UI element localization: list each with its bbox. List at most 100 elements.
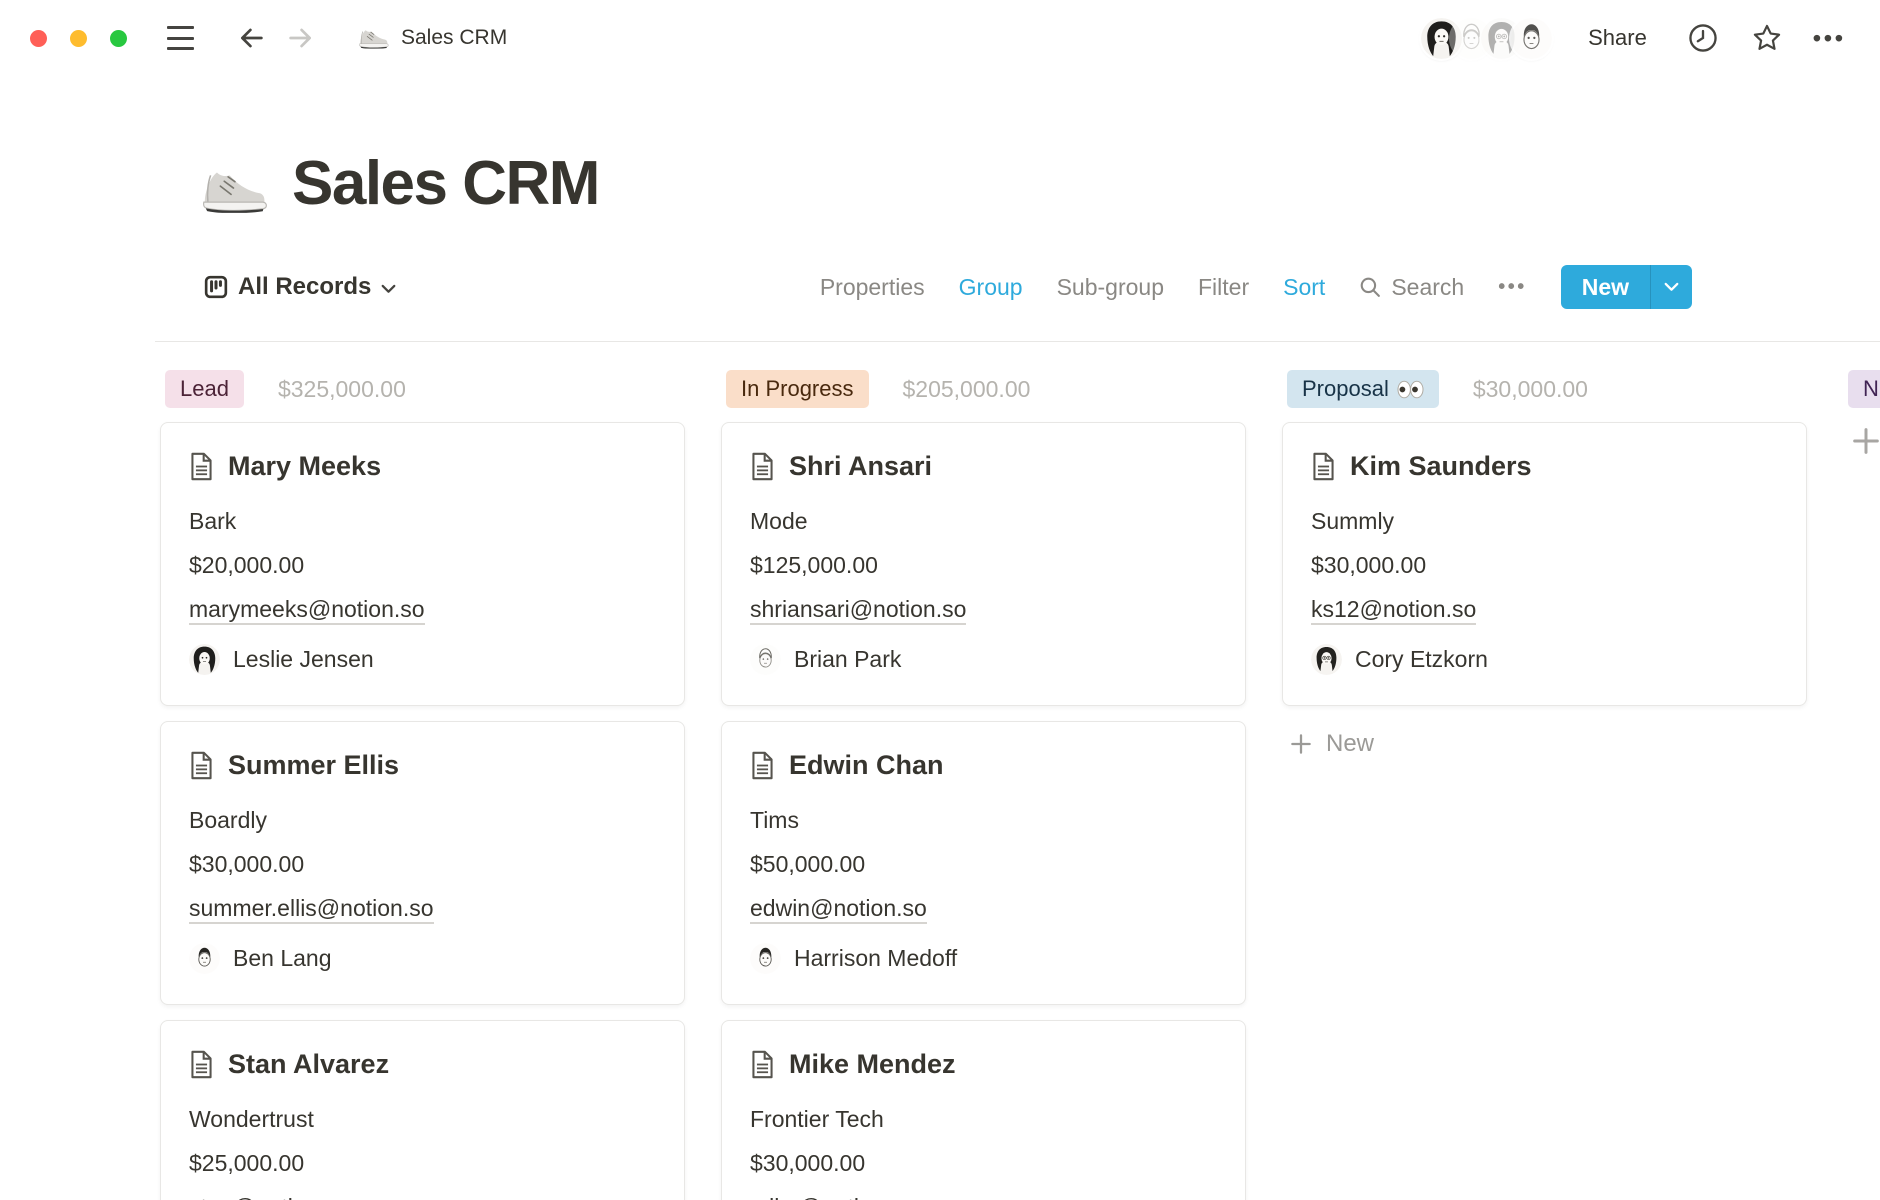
card-shri-ansari[interactable]: Shri Ansari Mode $125,000.00 shriansari@… — [721, 422, 1246, 706]
view-options-menu: Properties Group Sub-group Filter Sort S… — [820, 265, 1692, 309]
amount-value: $30,000.00 — [1311, 550, 1778, 580]
owner-row: Brian Park — [750, 644, 1217, 675]
document-icon — [750, 1050, 775, 1079]
amount-value: $125,000.00 — [750, 550, 1217, 580]
group-header: In Progress $205,000.00 — [726, 368, 1246, 410]
status-badge[interactable]: In Progress — [726, 370, 869, 408]
new-record-dropdown-button[interactable] — [1650, 265, 1692, 309]
card-summer-ellis[interactable]: Summer Ellis Boardly $30,000.00 summer.e… — [160, 721, 685, 1005]
collaborator-avatars[interactable] — [1421, 18, 1552, 59]
search-icon — [1359, 276, 1382, 299]
owner-name: Ben Lang — [233, 945, 331, 972]
company-value: Summly — [1311, 506, 1778, 536]
document-icon — [750, 452, 775, 481]
owner-row: Harrison Medoff — [750, 943, 1217, 974]
card-edwin-chan[interactable]: Edwin Chan Tims $50,000.00 edwin@notion.… — [721, 721, 1246, 1005]
card-title: Edwin Chan — [789, 750, 944, 781]
woman-glasses-avatar — [1311, 644, 1342, 675]
more-options-icon[interactable]: ••• — [1813, 25, 1846, 52]
chevron-down-icon — [1664, 282, 1679, 292]
card-title: Stan Alvarez — [228, 1049, 389, 1080]
status-label: Proposal — [1302, 378, 1389, 400]
owner-name: Leslie Jensen — [233, 646, 374, 673]
view-more-options-icon[interactable]: ••• — [1498, 276, 1527, 299]
card-title-row: Mary Meeks — [189, 451, 656, 482]
email-link[interactable]: edwin@notion.so — [750, 895, 927, 924]
plus-icon — [1288, 731, 1314, 757]
amount-value: $30,000.00 — [750, 1148, 1217, 1178]
share-button[interactable]: Share — [1588, 25, 1647, 51]
email-link[interactable]: mike@notion.so — [750, 1194, 915, 1200]
close-window-button[interactable] — [30, 30, 47, 47]
amount-value: $30,000.00 — [189, 849, 656, 879]
email-link[interactable]: ks12@notion.so — [1311, 596, 1476, 625]
status-badge[interactable]: N — [1848, 370, 1880, 408]
properties-button[interactable]: Properties — [820, 274, 925, 301]
card-title-row: Stan Alvarez — [189, 1049, 656, 1080]
board-view-icon — [204, 275, 228, 299]
status-badge[interactable]: Proposal — [1287, 370, 1439, 408]
card-kim-saunders[interactable]: Kim Saunders Summly $30,000.00 ks12@noti… — [1282, 422, 1807, 706]
zoom-window-button[interactable] — [110, 30, 127, 47]
group-button[interactable]: Group — [959, 274, 1023, 301]
man-avatar — [750, 943, 781, 974]
email-link[interactable]: summer.ellis@notion.so — [189, 895, 434, 924]
owner-name: Cory Etzkorn — [1355, 646, 1488, 673]
document-icon — [189, 452, 214, 481]
owner-row: Ben Lang — [189, 943, 656, 974]
company-value: Mode — [750, 506, 1217, 536]
card-stan-alvarez[interactable]: Stan Alvarez Wondertrust $25,000.00 stan… — [160, 1020, 685, 1200]
toolbar-divider — [155, 341, 1880, 342]
eyes-emoji-icon — [1397, 380, 1424, 399]
company-value: Boardly — [189, 805, 656, 835]
kanban-board: Lead $325,000.00 Mary Meeks Bark $20,000… — [0, 368, 1880, 1200]
collaborator-avatar-4[interactable] — [1511, 18, 1552, 59]
owner-name: Brian Park — [794, 646, 901, 673]
search-button[interactable]: Search — [1359, 274, 1464, 301]
page-header: Sales CRM — [0, 148, 1880, 219]
company-value: Tims — [750, 805, 1217, 835]
updates-clock-icon[interactable] — [1685, 20, 1721, 56]
amount-value: $25,000.00 — [189, 1148, 656, 1178]
sidebar-menu-icon[interactable] — [165, 26, 195, 50]
card-mary-meeks[interactable]: Mary Meeks Bark $20,000.00 marymeeks@not… — [160, 422, 685, 706]
new-record-button[interactable]: New — [1561, 265, 1650, 309]
card-list: Mary Meeks Bark $20,000.00 marymeeks@not… — [160, 422, 685, 1200]
filter-button[interactable]: Filter — [1198, 274, 1249, 301]
window-controls — [30, 30, 127, 47]
page-icon-sneaker[interactable] — [198, 166, 268, 213]
card-mike-mendez[interactable]: Mike Mendez Frontier Tech $30,000.00 mik… — [721, 1020, 1246, 1200]
board-group-proposal: Proposal $30,000.00 Kim Saunders Summly … — [1282, 368, 1807, 758]
card-title: Shri Ansari — [789, 451, 932, 482]
group-header: Proposal $30,000.00 — [1287, 368, 1807, 410]
card-title: Summer Ellis — [228, 750, 399, 781]
view-switcher[interactable]: All Records — [204, 273, 396, 301]
group-header: N — [1848, 368, 1880, 410]
card-title: Mary Meeks — [228, 451, 381, 482]
man-avatar — [750, 644, 781, 675]
add-card-button[interactable] — [1849, 424, 1880, 458]
board-group-in-progress: In Progress $205,000.00 Shri Ansari Mode… — [721, 368, 1246, 1200]
board-group-clipped: N — [1843, 368, 1880, 458]
minimize-window-button[interactable] — [70, 30, 87, 47]
add-card-button[interactable]: New — [1288, 730, 1374, 758]
email-link[interactable]: stan@notion.so — [189, 1194, 349, 1200]
email-link[interactable]: marymeeks@notion.so — [189, 596, 425, 625]
view-name: All Records — [238, 273, 371, 301]
status-badge[interactable]: Lead — [165, 370, 244, 408]
card-title-row: Edwin Chan — [750, 750, 1217, 781]
group-sum: $30,000.00 — [1473, 376, 1588, 403]
card-list: Shri Ansari Mode $125,000.00 shriansari@… — [721, 422, 1246, 1200]
sort-button[interactable]: Sort — [1283, 274, 1325, 301]
page-title[interactable]: Sales CRM — [292, 148, 599, 219]
document-icon — [189, 751, 214, 780]
forward-arrow-icon[interactable] — [285, 22, 317, 54]
document-icon — [750, 751, 775, 780]
email-link[interactable]: shriansari@notion.so — [750, 596, 966, 625]
favorite-star-icon[interactable] — [1749, 20, 1785, 56]
back-arrow-icon[interactable] — [235, 22, 267, 54]
sub-group-button[interactable]: Sub-group — [1057, 274, 1164, 301]
window-titlebar: Sales CRM Share ••• — [0, 0, 1880, 76]
group-sum: $205,000.00 — [903, 376, 1031, 403]
add-card-label: New — [1326, 730, 1374, 758]
